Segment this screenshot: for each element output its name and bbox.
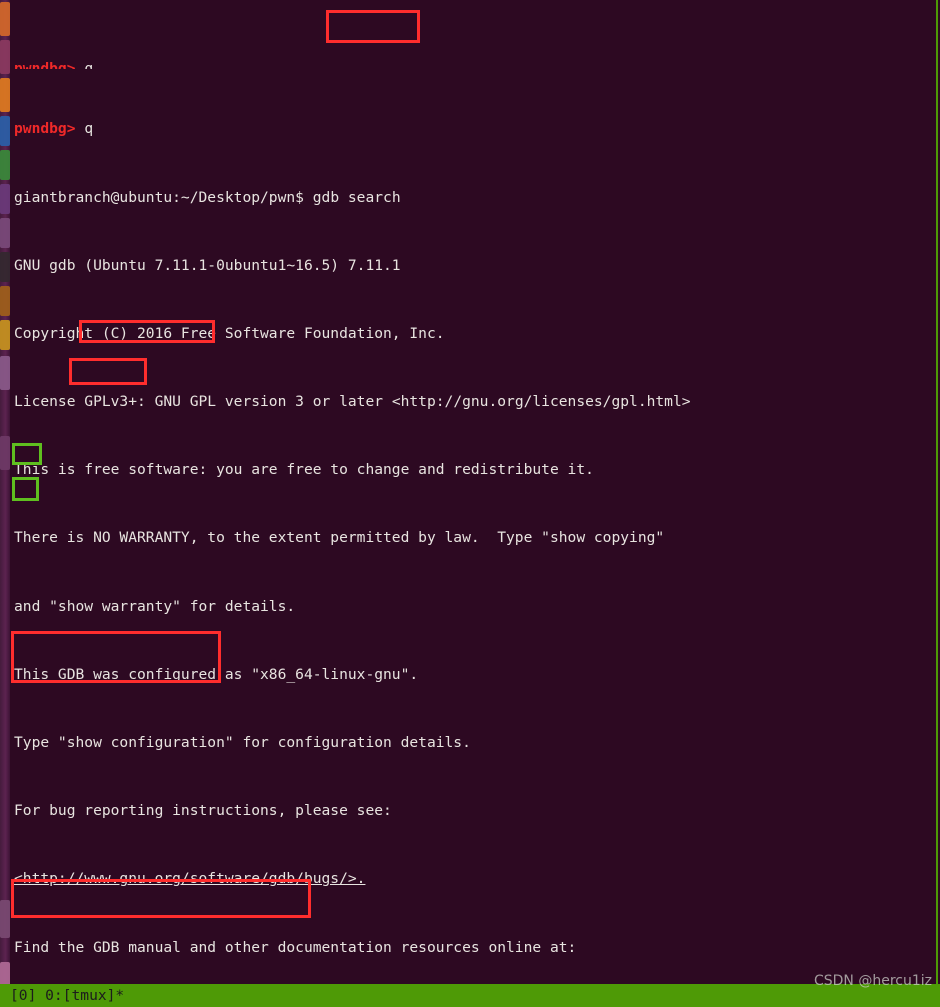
ubuntu-logo-icon[interactable] (0, 2, 10, 36)
console-line-gdb-banner-2: Copyright (C) 2016 Free Software Foundat… (10, 325, 936, 342)
settings-icon[interactable] (0, 218, 10, 248)
console-line-configured-as: This GDB was configured as "x86_64-linux… (10, 666, 936, 683)
console-line-free-software: This is free software: you are free to c… (10, 461, 936, 478)
workspace-switcher-icon[interactable] (0, 436, 10, 470)
license-text: License GPLv3+: GNU GPL version 3 or lat… (14, 393, 392, 411)
tmux-pane-border (936, 0, 938, 984)
console-line-show-configuration: Type "show configuration" for configurat… (10, 734, 936, 751)
no-warranty-text: There is NO WARRANTY, to the extent perm… (14, 529, 665, 547)
bugs-url-link[interactable]: <http://www.gnu.org/software/gdb/bugs/>. (14, 870, 365, 887)
csdn-watermark: CSDN @hercu1iz (813, 973, 932, 989)
archive-icon[interactable] (0, 320, 10, 350)
quit-command: q (84, 60, 94, 70)
license-url-link[interactable]: <http://gnu.org/licenses/gpl.html> (392, 393, 691, 410)
console-line-shell-prompt: giantbranch@ubuntu:~/Desktop/pwn$ gdb se… (10, 189, 936, 206)
trash-icon[interactable] (0, 356, 10, 390)
console-line-bugs-url: <http://www.gnu.org/software/gdb/bugs/>. (10, 870, 936, 887)
gdb-version-text: GNU gdb (Ubuntu 7.11.1-0ubuntu1~16.5) 7.… (14, 256, 401, 274)
calculator-icon[interactable] (0, 900, 10, 938)
software-center-icon[interactable] (0, 184, 10, 214)
libreoffice-writer-icon[interactable] (0, 116, 10, 146)
console-line-show-warranty: and "show warranty" for details. (10, 598, 936, 615)
pwndbg-prompt-2: pwndbg> (14, 120, 76, 138)
terminal-window[interactable]: pwndbg> q pwndbg> q giantbranch@ubuntu:~… (10, 0, 940, 1007)
shell-prompt: giantbranch@ubuntu:~/Desktop/pwn$ (14, 188, 304, 206)
tmux-status-bar[interactable]: [0] 0:[tmux]* (0, 984, 940, 1007)
bug-reporting-text: For bug reporting instructions, please s… (14, 802, 392, 820)
console-line-license: License GPLv3+: GNU GPL version 3 or lat… (10, 393, 936, 410)
libreoffice-calc-icon[interactable] (0, 150, 10, 180)
terminal-icon[interactable] (0, 252, 10, 282)
pwndbg-prompt: pwndbg> (14, 60, 76, 70)
console-line-prompt-quit: pwndbg> q (10, 60, 936, 69)
desktop-screen: pwndbg> q pwndbg> q giantbranch@ubuntu:~… (0, 0, 940, 1007)
console-line-prompt-quit-2: pwndbg> q (10, 120, 936, 137)
terminal-console[interactable]: pwndbg> q pwndbg> q giantbranch@ubuntu:~… (10, 0, 936, 1007)
console-line-find-manual: Find the GDB manual and other documentat… (10, 939, 936, 956)
configured-as-text: This GDB was configured as "x86_64-linux… (14, 665, 419, 683)
free-software-text: This is free software: you are free to c… (14, 461, 594, 479)
console-line-gdb-banner-1: GNU gdb (Ubuntu 7.11.1-0ubuntu1~16.5) 7.… (10, 257, 936, 274)
firefox-icon[interactable] (0, 78, 10, 112)
gdb-copyright-text: Copyright (C) 2016 Free Software Foundat… (14, 324, 445, 342)
console-line-bug-reporting: For bug reporting instructions, please s… (10, 802, 936, 819)
show-configuration-text: Type "show configuration" for configurat… (14, 734, 471, 752)
unity-launcher[interactable] (0, 0, 10, 1007)
text-editor-icon[interactable] (0, 286, 10, 316)
quit-command-2: q (84, 120, 94, 138)
console-line-no-warranty: There is NO WARRANTY, to the extent perm… (10, 529, 936, 546)
find-manual-text: Find the GDB manual and other documentat… (14, 938, 577, 956)
files-icon[interactable] (0, 40, 10, 74)
gdb-command: gdb search (312, 188, 401, 206)
show-warranty-text: and "show warranty" for details. (14, 597, 296, 615)
